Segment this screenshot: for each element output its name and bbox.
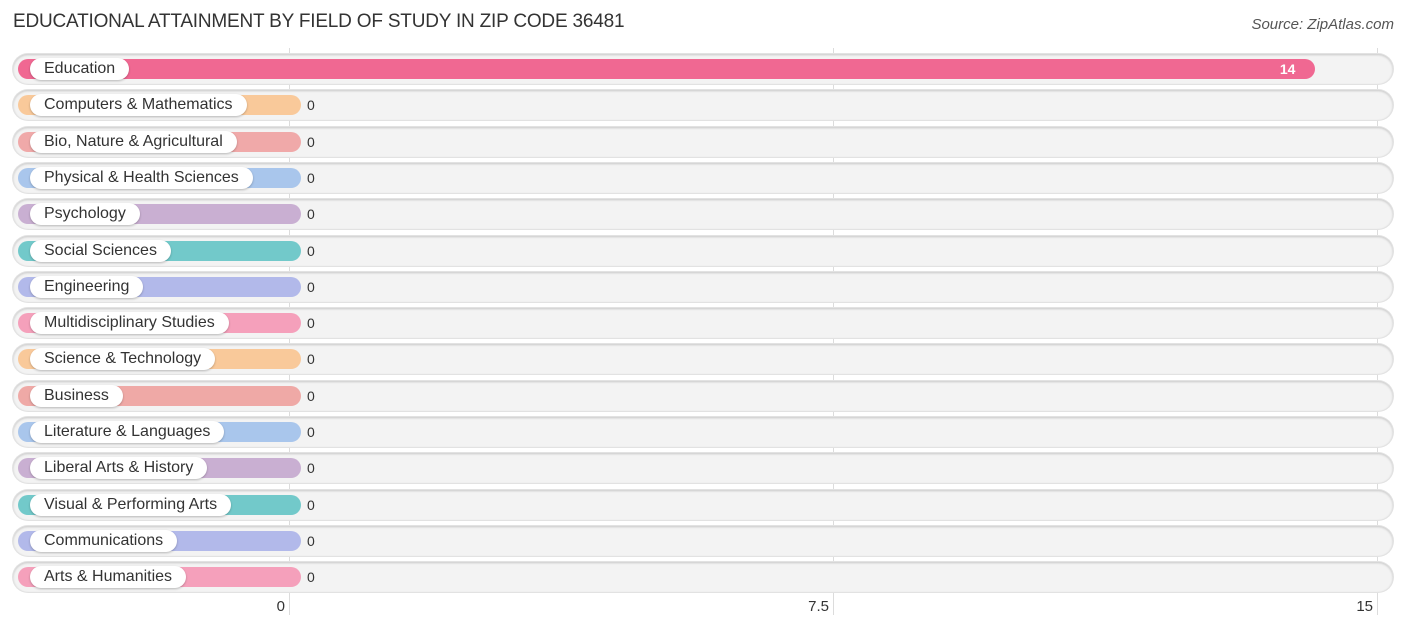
value-label: 0	[307, 351, 315, 368]
value-label: 0	[307, 460, 315, 477]
category-label: Engineering	[30, 275, 144, 298]
category-label: Bio, Nature & Agricultural	[30, 130, 237, 153]
value-label: 0	[307, 315, 315, 332]
value-label: 0	[307, 278, 315, 295]
category-label: Communications	[30, 529, 178, 552]
value-label: 0	[307, 206, 315, 223]
category-label: Education	[30, 58, 130, 80]
bar	[18, 59, 1316, 79]
value-label: 0	[307, 532, 315, 549]
x-tick-label: 0	[276, 598, 285, 615]
value-label: 0	[307, 496, 315, 513]
value-label: 0	[307, 133, 315, 150]
bar-chart: 0 7.5 15 Education 14 Computers & Mathematics…	[0, 0, 1406, 631]
category-label: Multidisciplinary Studies	[30, 312, 229, 335]
category-label: Business	[30, 384, 123, 407]
value-label: 0	[307, 97, 315, 114]
value-label: 0	[307, 242, 315, 259]
category-label: Psychology	[30, 203, 140, 226]
category-label: Liberal Arts & History	[30, 457, 208, 480]
category-label: Physical & Health Sciences	[30, 166, 253, 189]
category-label: Visual & Performing Arts	[30, 493, 232, 516]
value-label: 0	[307, 169, 315, 186]
x-tick-label: 15	[1356, 598, 1373, 615]
category-label: Arts & Humanities	[30, 566, 187, 589]
category-label: Science & Technology	[30, 348, 216, 371]
category-label: Social Sciences	[30, 239, 171, 262]
value-label: 0	[307, 387, 315, 404]
category-label: Literature & Languages	[30, 421, 225, 443]
value-label: 0	[307, 569, 315, 586]
category-label: Computers & Mathematics	[30, 94, 247, 117]
value-label: 0	[307, 424, 315, 440]
x-tick-label: 7.5	[808, 598, 829, 615]
value-label: 14	[1279, 61, 1296, 77]
